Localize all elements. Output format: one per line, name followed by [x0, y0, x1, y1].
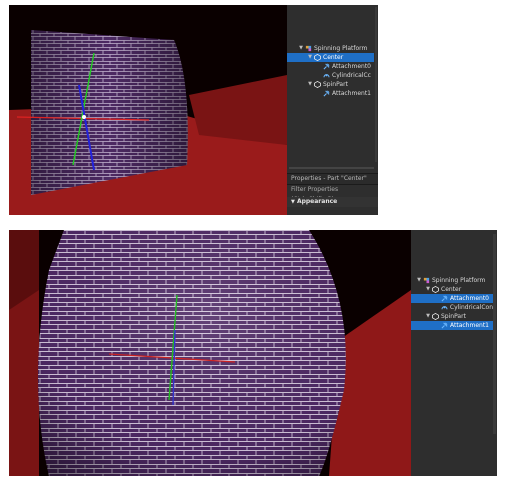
tree-item-label: Center [323, 54, 344, 61]
tree-item-label: CylindricalCc [332, 72, 371, 79]
floor-left [9, 290, 39, 476]
expand-arrow-icon[interactable]: ▼ [424, 285, 432, 294]
attachment-icon [323, 90, 330, 97]
bottom-screenshot: ▼ Spinning Platform ▼ Center Attachment0 Cyli… [9, 230, 497, 476]
attachment-icon [323, 63, 330, 70]
part-icon [314, 80, 321, 89]
model-icon [423, 277, 430, 284]
bottom-3d-viewport[interactable] [9, 230, 411, 476]
tree-item-label: SpinPart [323, 81, 348, 88]
tree-item-attachment0[interactable]: Attachment0 [287, 62, 374, 71]
tree-item-center[interactable]: ▼ Center [411, 285, 493, 294]
part-icon [432, 312, 439, 321]
tree-item-label: CylindricalCon [449, 304, 493, 311]
appearance-section-header[interactable]: ▼ Appearance [287, 197, 378, 207]
constraint-icon [323, 72, 330, 79]
expand-arrow-icon[interactable]: ▼ [415, 276, 423, 285]
tree-item-label: Attachment1 [332, 90, 371, 97]
tree-item-attachment0[interactable]: Attachment0 [411, 294, 493, 303]
expand-arrow-icon[interactable]: ▼ [297, 44, 305, 53]
tree-item-cylindricalcon[interactable]: CylindricalCon [411, 303, 493, 312]
top-3d-viewport[interactable] [9, 5, 287, 215]
part-icon [432, 285, 439, 294]
properties-title: Properties - Part "Center" [287, 173, 378, 184]
tree-item-spinning-platform[interactable]: ▼ Spinning Platform [287, 44, 374, 53]
tree-item-spinning-platform[interactable]: ▼ Spinning Platform [411, 276, 493, 285]
chevron-down-icon: ▼ [291, 199, 295, 205]
tree-item-spinpart[interactable]: ▼ SpinPart [287, 80, 374, 89]
tree-item-label: Attachment1 [450, 322, 489, 329]
tree-item-attachment1[interactable]: Attachment1 [287, 89, 374, 98]
bottom-explorer-scrollbar[interactable] [493, 234, 496, 434]
tree-item-label: SpinPart [441, 313, 466, 320]
top-explorer-scrollbar[interactable] [375, 7, 377, 162]
attachment-icon [441, 322, 448, 329]
top-scene [9, 30, 287, 215]
bottom-explorer-panel: ▼ Spinning Platform ▼ Center Attachment0 Cyli… [411, 230, 497, 476]
part-icon [314, 53, 321, 62]
tree-item-center[interactable]: ▼ Center [287, 53, 374, 62]
tree-item-label: Attachment0 [332, 63, 371, 70]
bottom-scene [9, 230, 411, 476]
expand-arrow-icon[interactable]: ▼ [424, 312, 432, 321]
properties-filter-input[interactable]: Filter Properties (Ctrl+Shift+P) [287, 184, 378, 203]
top-explorer-panel: ▼ Spinning Platform ▼ Center Attachment0 Cyli… [287, 5, 378, 215]
tree-item-attachment1[interactable]: Attachment1 [411, 321, 493, 330]
top-horizontal-scrollbar[interactable] [289, 167, 374, 169]
tree-item-label: Attachment0 [450, 295, 489, 302]
floor-far [189, 75, 287, 145]
tree-item-label: Spinning Platform [432, 277, 486, 284]
tree-item-cylindricalcc[interactable]: CylindricalCc [287, 71, 374, 80]
attachment-icon [441, 295, 448, 302]
expand-arrow-icon[interactable]: ▼ [306, 80, 314, 89]
top-screenshot: ▼ Spinning Platform ▼ Center Attachment0 Cyli… [9, 5, 378, 215]
tree-item-spinpart[interactable]: ▼ SpinPart [411, 312, 493, 321]
tree-item-label: Center [441, 286, 462, 293]
tree-item-label: Spinning Platform [314, 45, 368, 52]
appearance-section-label: Appearance [296, 198, 338, 205]
model-icon [305, 45, 312, 52]
constraint-icon [441, 304, 448, 311]
expand-arrow-icon[interactable]: ▼ [306, 53, 314, 62]
